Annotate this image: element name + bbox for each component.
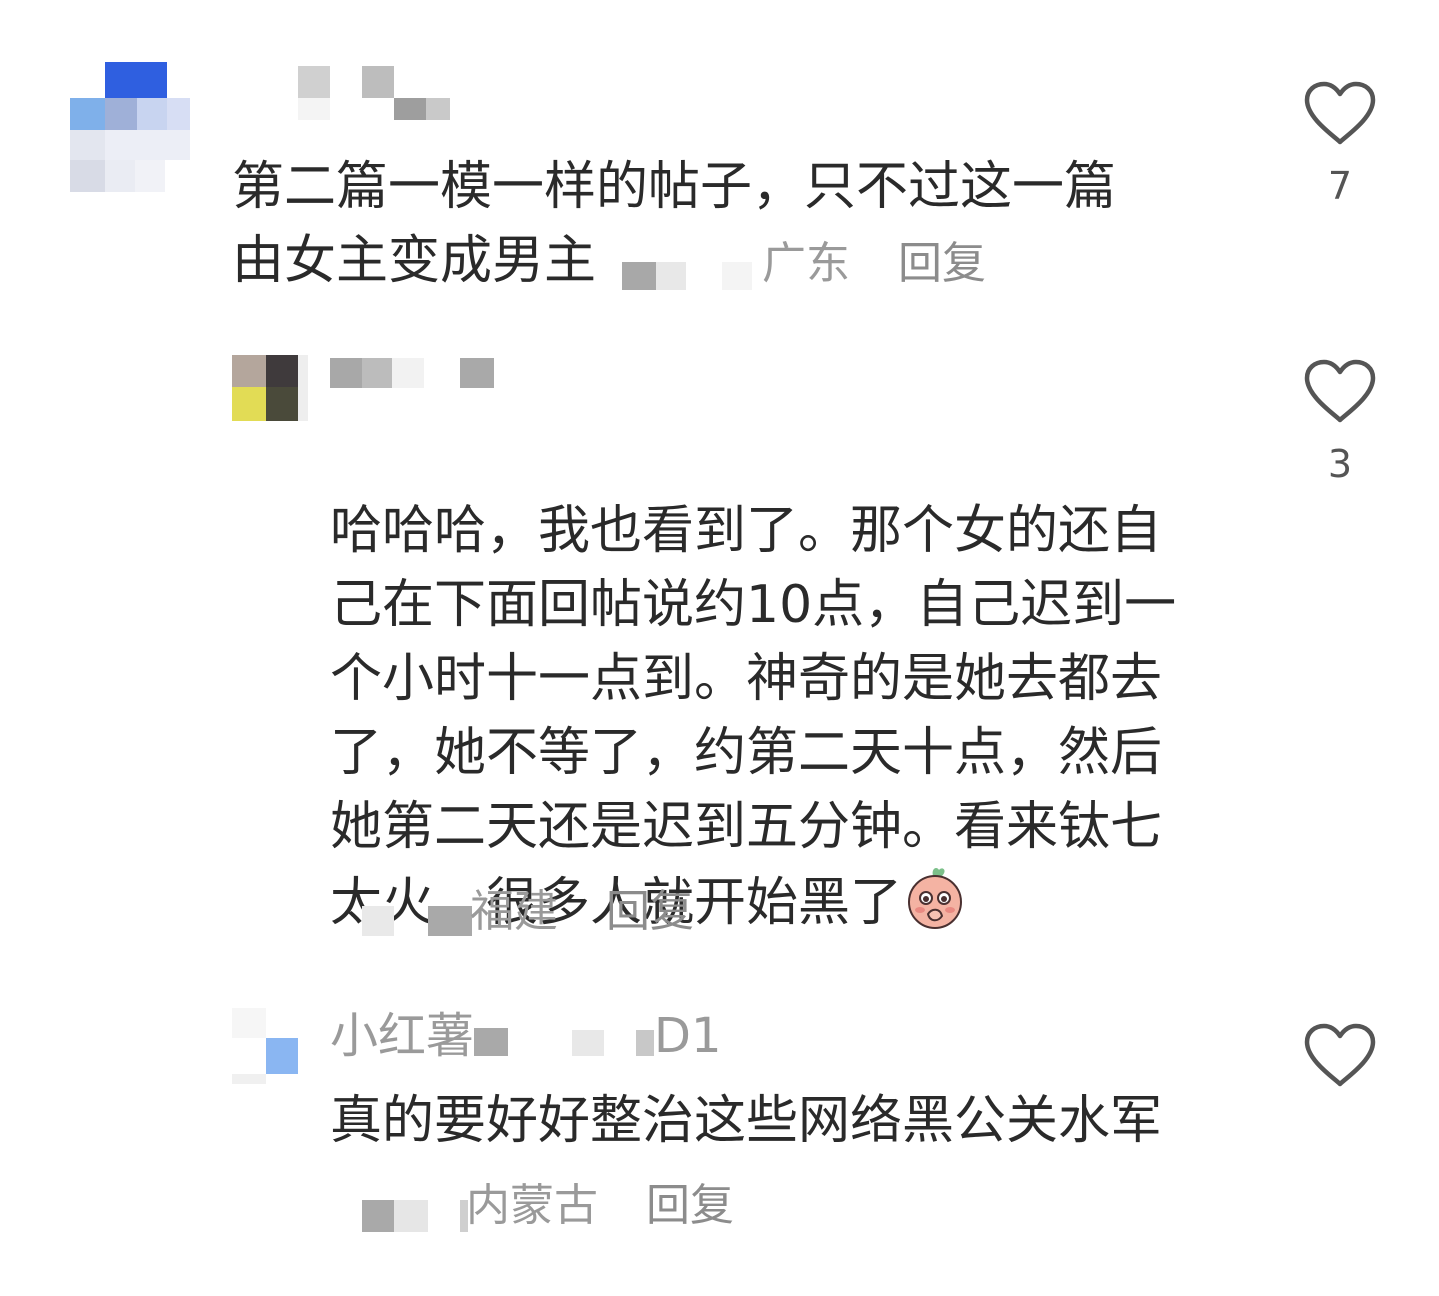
like-count: 3 bbox=[1327, 442, 1353, 486]
heart-outline-icon bbox=[1304, 81, 1376, 145]
username-redacted[interactable] bbox=[330, 358, 495, 392]
reply-button[interactable]: 回复 bbox=[606, 886, 694, 937]
like-button[interactable] bbox=[1302, 1022, 1378, 1088]
author-badge: D1 bbox=[654, 1008, 722, 1064]
location-label: 福建 bbox=[470, 886, 558, 937]
avatar[interactable] bbox=[232, 1008, 308, 1084]
comment-text: 哈哈哈，我也看到了。那个女的还自 己在下面回帖说约10点，自己迟到一 个小时十一… bbox=[330, 501, 1177, 933]
username-redacted[interactable] bbox=[298, 66, 450, 122]
reply-button[interactable]: 回复 bbox=[646, 1180, 734, 1231]
comment-meta: 广东 回复 bbox=[762, 238, 986, 290]
heart-outline-icon bbox=[1304, 359, 1376, 423]
date-redacted bbox=[362, 906, 472, 936]
reply-button[interactable]: 回复 bbox=[898, 238, 986, 289]
comment-meta: 福建 回复 bbox=[470, 886, 694, 938]
date-redacted bbox=[362, 1198, 472, 1232]
shy-peach-emoji bbox=[908, 868, 963, 929]
like-button[interactable]: 7 bbox=[1302, 80, 1378, 208]
avatar[interactable] bbox=[232, 355, 308, 421]
date-redacted bbox=[622, 258, 752, 290]
like-button[interactable]: 3 bbox=[1302, 358, 1378, 486]
location-label: 内蒙古 bbox=[466, 1180, 598, 1231]
comment-meta: 内蒙古 回复 bbox=[466, 1180, 734, 1232]
comment-text: 真的要好好整治这些网络黑公关水军 bbox=[330, 1091, 1163, 1151]
location-label: 广东 bbox=[762, 238, 850, 289]
avatar[interactable] bbox=[70, 62, 190, 192]
like-count: 7 bbox=[1327, 164, 1353, 208]
author-name[interactable]: 小红薯 D1 bbox=[330, 1006, 722, 1066]
heart-outline-icon bbox=[1304, 1023, 1376, 1087]
